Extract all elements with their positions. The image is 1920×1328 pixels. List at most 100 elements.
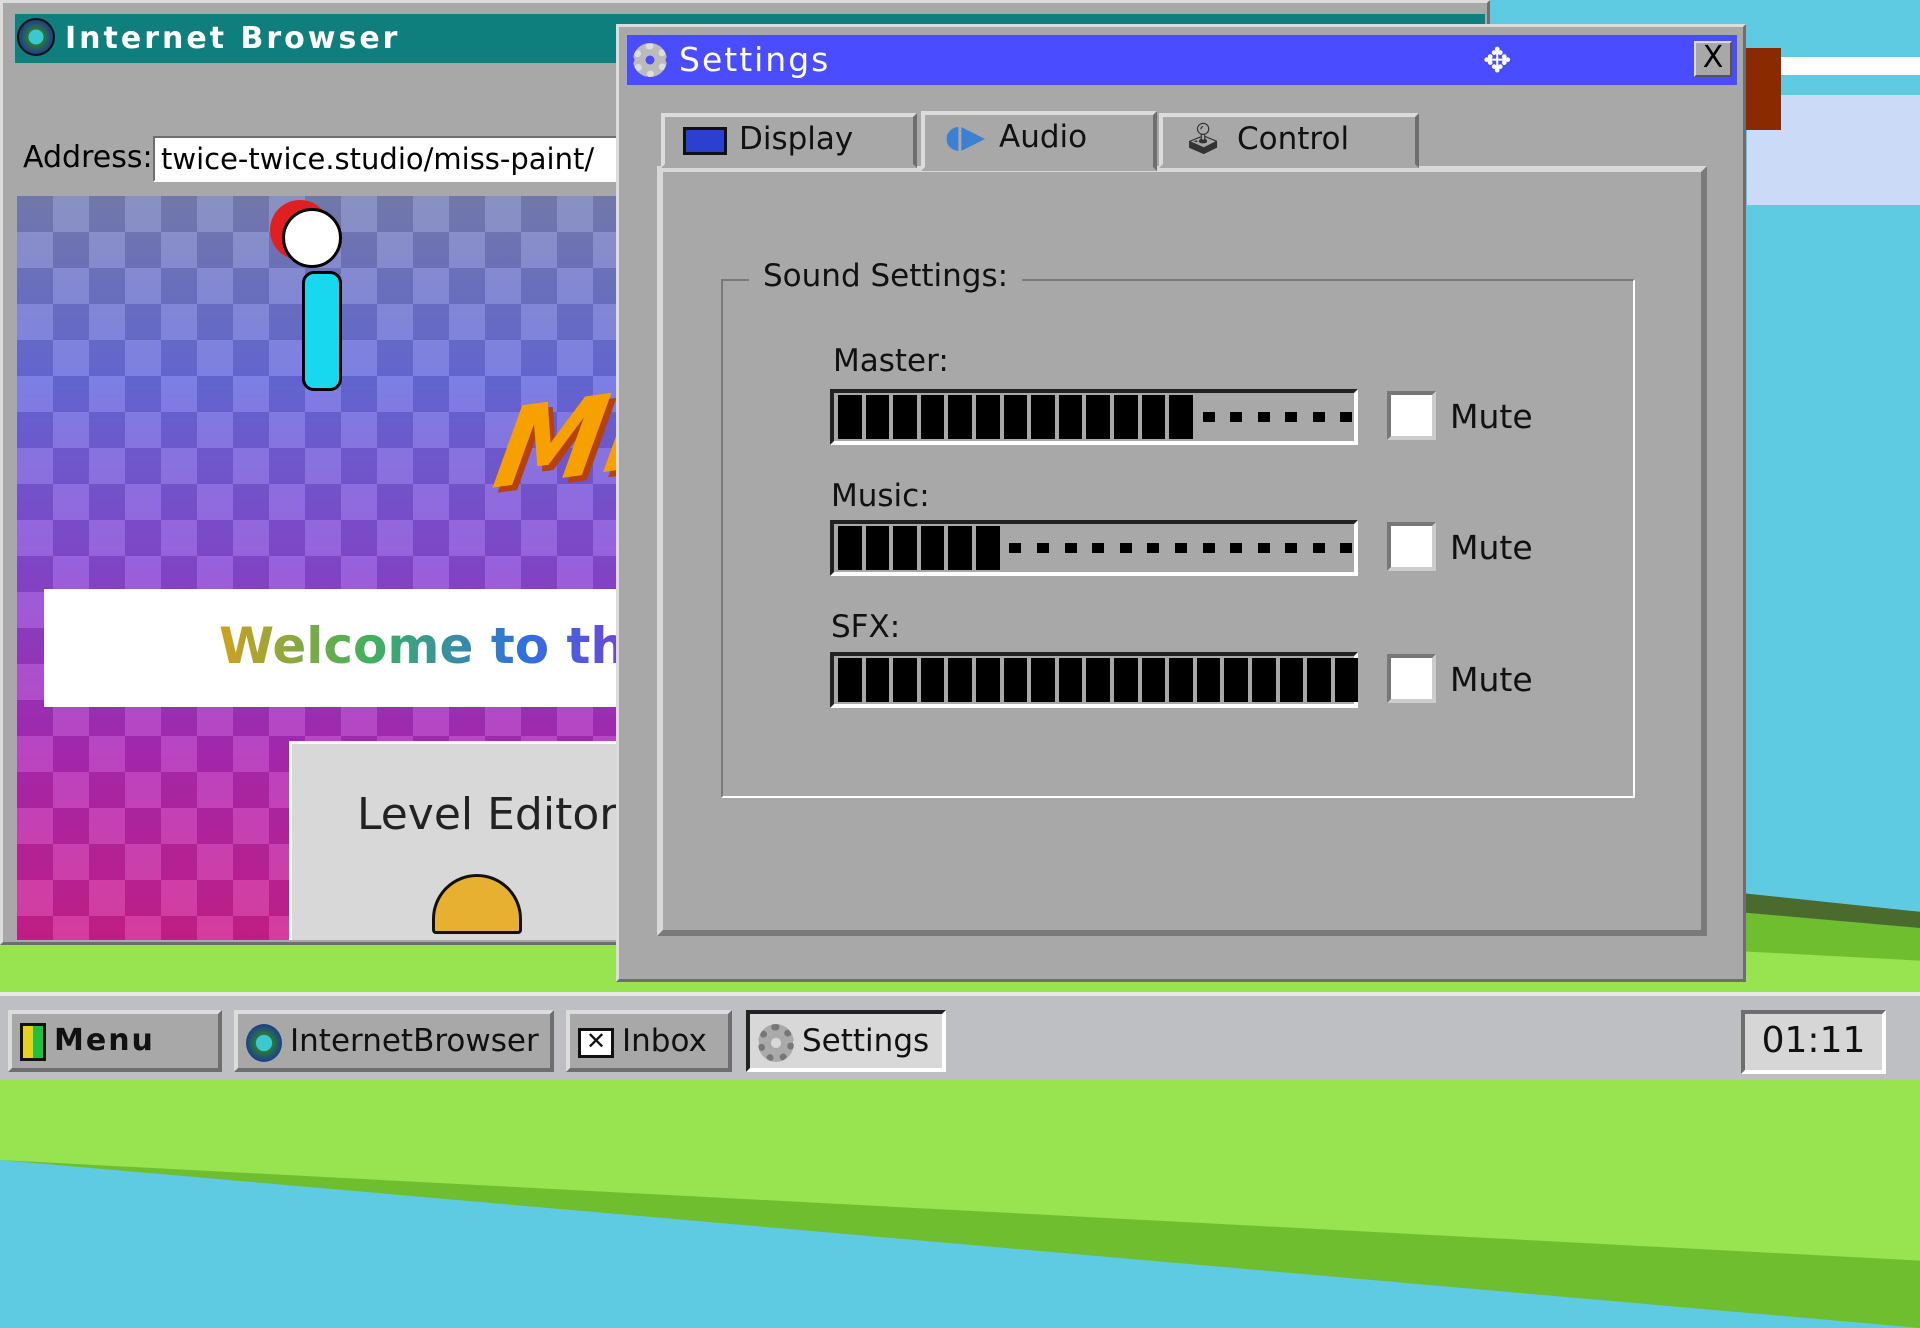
volume-segment-filled: [1004, 658, 1028, 702]
volume-segment-filled: [1280, 658, 1304, 702]
tab-control[interactable]: 🕹Control: [1159, 113, 1419, 168]
volume-segment-filled: [1086, 658, 1110, 702]
volume-segment-empty: [1031, 543, 1055, 553]
volume-segment-filled: [1169, 658, 1193, 702]
monitor-icon: [683, 127, 727, 155]
sfx-label: SFX:: [831, 609, 900, 645]
welcome-text: Welcome to the.: [219, 617, 619, 675]
settings-window: Settings ✥ X Display ◖▶ Audio 🕹Control So…: [616, 24, 1746, 982]
volume-segment-filled: [1252, 658, 1276, 702]
volume-segment-filled: [1142, 658, 1166, 702]
volume-segment-empty: [1169, 543, 1193, 553]
volume-segment-empty: [1307, 412, 1331, 422]
taskbar-label: Inbox: [622, 1023, 707, 1059]
sfx-mute-label: Mute: [1450, 660, 1533, 699]
level-editor-label: Level Editor: [357, 789, 617, 840]
volume-segment-empty: [1224, 412, 1248, 422]
volume-segment-filled: [1169, 395, 1193, 439]
music-mute-label: Mute: [1450, 528, 1533, 567]
volume-segment-filled: [921, 395, 945, 439]
master-mute-checkbox[interactable]: [1387, 391, 1436, 440]
volume-segment-filled: [976, 658, 1000, 702]
master-volume-slider[interactable]: [830, 389, 1358, 445]
web-page-view[interactable]: Mis Welcome to the. Level Editor: [17, 196, 619, 940]
volume-segment-filled: [1059, 395, 1083, 439]
menu-icon: [20, 1023, 46, 1061]
volume-segment-filled: [948, 395, 972, 439]
volume-segment-filled: [1307, 658, 1331, 702]
volume-segment-empty: [1197, 543, 1221, 553]
volume-segment-empty: [1252, 543, 1276, 553]
character-body: [302, 271, 342, 391]
tab-label: Display: [739, 121, 853, 157]
volume-segment-filled: [866, 526, 890, 570]
volume-segment-filled: [1114, 658, 1138, 702]
volume-segment-empty: [1252, 412, 1276, 422]
settings-title-bar[interactable]: Settings: [627, 35, 1737, 85]
welcome-banner: Welcome to the.: [44, 589, 619, 707]
volume-segment-filled: [893, 658, 917, 702]
game-logo: Mis: [486, 356, 619, 514]
close-button[interactable]: X: [1694, 41, 1732, 77]
tab-label: Control: [1237, 121, 1349, 157]
move-icon[interactable]: ✥: [1483, 41, 1512, 81]
music-volume-slider[interactable]: [830, 520, 1358, 576]
tab-audio[interactable]: ◖▶ Audio: [921, 111, 1157, 171]
browser-title: Internet Browser: [65, 21, 400, 56]
globe-icon: [17, 18, 55, 56]
music-mute-checkbox[interactable]: [1387, 522, 1436, 571]
taskbar: Menu InternetBrowser ✕ Inbox Settings 01:…: [0, 992, 1920, 1080]
settings-title: Settings: [679, 40, 830, 79]
volume-segment-empty: [1307, 543, 1331, 553]
tab-display[interactable]: Display: [661, 113, 917, 168]
volume-segment-empty: [1224, 543, 1248, 553]
tower: [1745, 48, 1781, 130]
volume-segment-empty: [1086, 543, 1110, 553]
group-title: Sound Settings:: [749, 258, 1022, 294]
character-head: [282, 208, 342, 268]
speaker-icon: ◖▶: [943, 115, 987, 159]
volume-segment-empty: [1197, 412, 1221, 422]
volume-segment-empty: [1142, 543, 1166, 553]
taskbar-settings[interactable]: Settings: [746, 1010, 946, 1072]
volume-segment-filled: [1031, 395, 1055, 439]
volume-segment-filled: [838, 658, 862, 702]
menu-label: Menu: [54, 1023, 155, 1058]
volume-segment-empty: [1280, 543, 1304, 553]
volume-segment-filled: [866, 658, 890, 702]
volume-segment-filled: [1031, 658, 1055, 702]
volume-segment-filled: [1004, 395, 1028, 439]
volume-segment-filled: [1335, 658, 1359, 702]
volume-segment-empty: [1059, 543, 1083, 553]
address-input[interactable]: twice-twice.studio/miss-paint/: [153, 136, 623, 182]
sfx-volume-slider[interactable]: [830, 652, 1358, 708]
globe-icon: [246, 1024, 282, 1062]
envelope-icon: ✕: [578, 1028, 614, 1058]
sfx-mute-checkbox[interactable]: [1387, 654, 1436, 703]
hardhat-icon: [432, 874, 522, 934]
volume-segment-filled: [893, 395, 917, 439]
volume-segment-empty: [1280, 412, 1304, 422]
volume-segment-filled: [866, 395, 890, 439]
volume-segment-filled: [893, 526, 917, 570]
menu-button[interactable]: Menu: [8, 1010, 222, 1072]
volume-segment-filled: [948, 658, 972, 702]
volume-segment-filled: [976, 526, 1000, 570]
volume-segment-filled: [1086, 395, 1110, 439]
volume-segment-filled: [1197, 658, 1221, 702]
volume-segment-empty: [1004, 543, 1028, 553]
taskbar-inbox[interactable]: ✕ Inbox: [566, 1010, 732, 1072]
taskbar-internet-browser[interactable]: InternetBrowser: [234, 1010, 554, 1072]
gear-icon: [633, 43, 667, 77]
volume-segment-filled: [1114, 395, 1138, 439]
tab-label: Audio: [999, 119, 1087, 155]
volume-segment-filled: [921, 526, 945, 570]
volume-segment-empty: [1335, 412, 1359, 422]
volume-segment-filled: [838, 526, 862, 570]
volume-segment-filled: [948, 526, 972, 570]
volume-segment-filled: [838, 395, 862, 439]
clock: 01:11: [1741, 1010, 1886, 1074]
level-editor-button[interactable]: Level Editor: [289, 741, 619, 940]
master-label: Master:: [833, 343, 949, 379]
taskbar-label: Settings: [802, 1023, 929, 1059]
